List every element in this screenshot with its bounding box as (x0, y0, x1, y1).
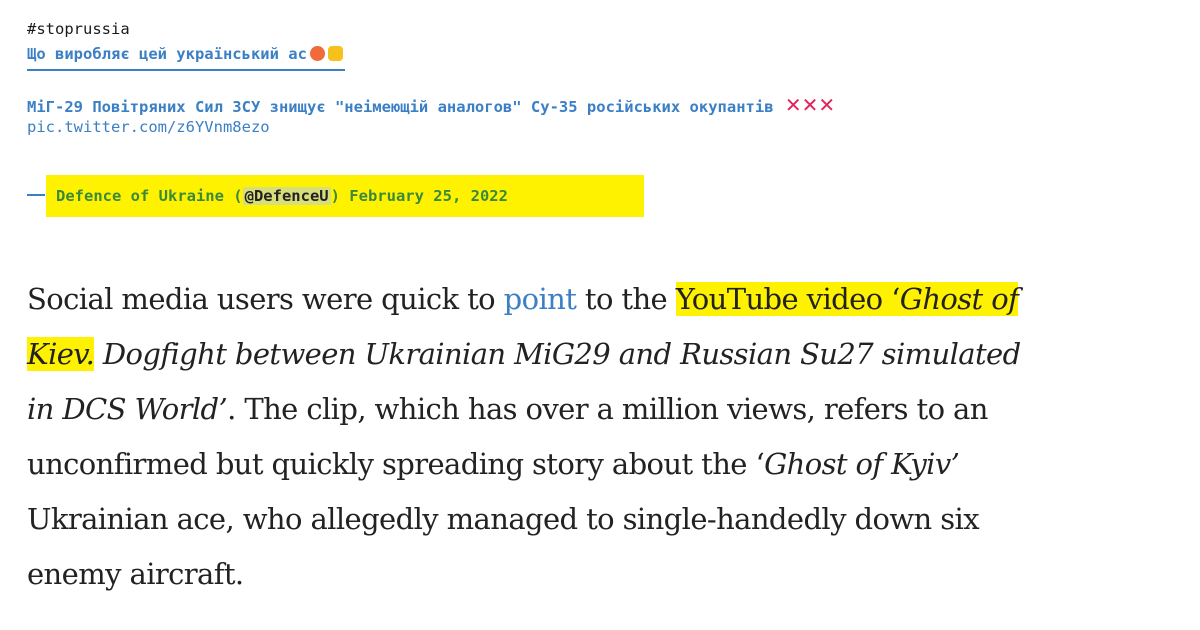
hashtag[interactable]: #stoprussia (27, 20, 130, 38)
tweet-divider (27, 69, 345, 71)
l1-text-a: Social media users were quick to (27, 282, 504, 316)
red-x-icon: ✕✕✕ (784, 93, 836, 117)
l4-italic: Ghost of Kyiv’ (764, 447, 960, 481)
l1-highlight-italic: Ghost of (899, 282, 1019, 316)
l1-highlight-text: YouTube video ‘ (675, 282, 901, 316)
tweet-signature: Defence of Ukraine (@DefenceU) February … (46, 175, 644, 217)
fist-emoji-icon (327, 46, 343, 61)
paragraph-line-1: Social media users were quick to point t… (27, 272, 1177, 327)
flushed-face-emoji-icon (309, 46, 325, 61)
paragraph-line-2: Kiev. Dogfight between Ukrainian MiG29 a… (27, 327, 1177, 382)
signature-dash (27, 194, 45, 196)
tweet-headline: Що виробляє цей український ас (27, 45, 343, 63)
pic-twitter-link[interactable]: pic.twitter.com/z6YVnm8ezo (27, 118, 270, 136)
l2-italic: Dogfight between Ukrainian MiG29 and Rus… (94, 337, 1021, 371)
highlight-youtube-video: YouTube video ‘Ghost of (675, 282, 1019, 316)
tweet-headline-text: Що виробляє цей український ас (27, 45, 307, 63)
l3-italic: in DCS World’ (27, 392, 228, 426)
signature-handle[interactable]: @DefenceU (242, 187, 331, 205)
highlight-kiev: Kiev. (27, 337, 95, 371)
l3-text: . The clip, which has over a million vie… (227, 392, 988, 426)
paragraph-line-4: unconfirmed but quickly spreading story … (27, 437, 1177, 492)
signature-date[interactable]: ) February 25, 2022 (331, 187, 508, 205)
tweet-claim-text: МіГ-29 Повітряних Сил ЗСУ знищує "неімею… (27, 98, 774, 116)
signature-author[interactable]: Defence of Ukraine ( (56, 187, 243, 205)
paragraph-line-6: enemy aircraft. (27, 557, 244, 591)
l1-text-b: to the (576, 282, 676, 316)
l4-text: unconfirmed but quickly spreading story … (27, 447, 765, 481)
point-link[interactable]: point (504, 282, 577, 316)
paragraph-line-5: Ukrainian ace, who allegedly managed to … (27, 502, 980, 536)
tweet-claim: МіГ-29 Повітряних Сил ЗСУ знищує "неімею… (27, 93, 835, 117)
article-paragraph: Social media users were quick to point t… (27, 272, 1177, 602)
paragraph-line-3: in DCS World’. The clip, which has over … (27, 382, 1177, 437)
